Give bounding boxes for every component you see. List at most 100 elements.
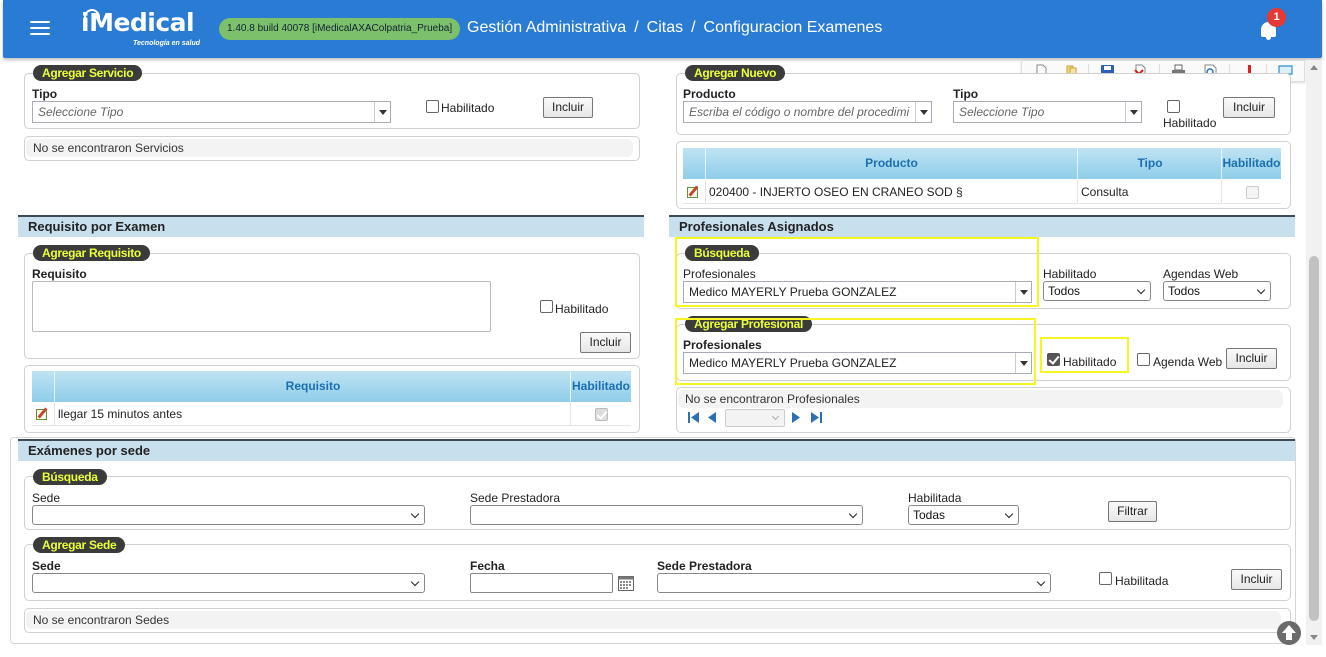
- edit-icon[interactable]: [36, 407, 50, 420]
- logo-text: iMedical: [81, 8, 195, 37]
- imedical-logo[interactable]: iMedical Tecnología en salud: [81, 8, 206, 50]
- agregar-sede-prestadora-select[interactable]: [657, 573, 1051, 593]
- servicio-habilitado-checkbox[interactable]: [426, 100, 439, 113]
- page-select[interactable]: [725, 409, 785, 427]
- servicio-incluir-button[interactable]: Incluir: [543, 97, 593, 118]
- producto-cell: 020400 - INJERTO OSEO EN CRANEO SOD §: [709, 185, 963, 199]
- tipo-label: Tipo: [32, 87, 58, 101]
- requisito-incluir-button[interactable]: Incluir: [580, 332, 631, 353]
- profesional-incluir-button[interactable]: Incluir: [1226, 348, 1277, 369]
- requisito-row-habilitado-checkbox: [595, 408, 608, 421]
- servicios-empty-message: No se encontraron Servicios: [26, 139, 633, 157]
- nuevo-incluir-button[interactable]: Incluir: [1223, 97, 1275, 118]
- producto-select[interactable]: Escriba el código o nombre del procedimi: [683, 101, 932, 123]
- breadcrumb: Gestión Administrativa / Citas / Configuraci…: [467, 19, 882, 37]
- col-requisito[interactable]: Requisito: [55, 371, 571, 402]
- busqueda-habilitada-label: Habilitada: [908, 491, 962, 505]
- next-page-icon[interactable]: [792, 412, 801, 423]
- producto-placeholder: Escriba el código o nombre del procedimi: [689, 105, 910, 119]
- edit-icon[interactable]: [687, 185, 701, 198]
- nuevo-tipo-placeholder: Seleccione Tipo: [959, 105, 1045, 119]
- last-page-icon[interactable]: [811, 412, 822, 423]
- profesionales-empty-message: No se encontraron Profesionales: [678, 390, 1283, 408]
- prev-page-icon[interactable]: [708, 412, 717, 423]
- hamburger-menu-icon[interactable]: [30, 21, 50, 37]
- requisito-habilitado-label: Habilitado: [555, 302, 609, 316]
- busqueda-habilitado-select[interactable]: Todos: [1043, 281, 1151, 301]
- breadcrumb-item-current: Configuracion Examenes: [703, 19, 883, 36]
- agregar-sede-prestadora-label: Sede Prestadora: [657, 559, 752, 573]
- agregar-sede-legend: Agregar Sede: [33, 537, 126, 553]
- first-page-icon[interactable]: [688, 412, 699, 423]
- sedes-empty-message: No se encontraron Sedes: [26, 611, 1281, 629]
- servicio-tipo-placeholder: Seleccione Tipo: [38, 105, 124, 119]
- busqueda-highlight: [675, 237, 1039, 307]
- sede-busqueda-legend: Búsqueda: [33, 469, 107, 485]
- calendar-icon[interactable]: [618, 576, 634, 591]
- busqueda-habilitada-value: Todas: [913, 508, 946, 522]
- fecha-input[interactable]: [470, 573, 613, 593]
- busqueda-sede-prestadora-select[interactable]: [470, 505, 863, 525]
- servicio-habilitado-label: Habilitado: [441, 101, 495, 115]
- nuevo-tipo-select[interactable]: Seleccione Tipo: [953, 101, 1142, 123]
- busqueda-habilitada-select[interactable]: Todas: [908, 505, 1019, 525]
- chevron-down-icon: [848, 509, 858, 519]
- agregar-sede-select[interactable]: [32, 573, 425, 593]
- busqueda-sede-prestadora-label: Sede Prestadora: [470, 491, 561, 505]
- agregar-sede-label: Sede: [32, 559, 61, 573]
- profesionales-section-title: Profesionales Asignados: [669, 215, 1295, 237]
- breadcrumb-separator: /: [691, 19, 696, 36]
- agregar-requisito-legend: Agregar Requisito: [33, 245, 150, 261]
- breadcrumb-item[interactable]: Gestión Administrativa: [467, 19, 626, 36]
- scroll-down-arrow-icon[interactable]: [1310, 635, 1318, 640]
- scroll-thumb[interactable]: [1309, 256, 1319, 621]
- habilitado-highlight: [1040, 337, 1129, 373]
- col-producto[interactable]: Producto: [706, 148, 1077, 179]
- scroll-to-top-icon[interactable]: [1276, 620, 1302, 646]
- requisito-section-title: Requisito por Examen: [18, 215, 644, 237]
- chevron-down-icon: [410, 577, 420, 587]
- chevron-down-icon: [1256, 285, 1266, 295]
- sede-incluir-button[interactable]: Incluir: [1231, 569, 1282, 590]
- fecha-label: Fecha: [470, 559, 505, 573]
- tipo-cell: Consulta: [1081, 185, 1129, 199]
- productos-grid-header: Producto Tipo Habilitado: [683, 148, 1281, 179]
- table-row[interactable]: llegar 15 minutos antes: [32, 402, 631, 426]
- busqueda-habilitado-label: Habilitado: [1043, 267, 1097, 281]
- chevron-down-icon[interactable]: [1125, 102, 1141, 122]
- nuevo-habilitado-checkbox[interactable]: [1167, 100, 1180, 113]
- busqueda-sede-select[interactable]: [32, 505, 425, 525]
- agendas-web-select[interactable]: Todos: [1163, 281, 1271, 301]
- logo-tagline: Tecnología en salud: [133, 40, 201, 47]
- filtrar-button[interactable]: Filtrar: [1108, 501, 1157, 522]
- vertical-scrollbar[interactable]: [1306, 60, 1322, 645]
- requisito-cell: llegar 15 minutos antes: [58, 407, 183, 421]
- scroll-up-arrow-icon[interactable]: [1310, 65, 1318, 70]
- chevron-down-icon: [1004, 509, 1014, 519]
- notification-count-badge[interactable]: 1: [1267, 8, 1286, 27]
- chevron-down-icon[interactable]: [915, 102, 931, 122]
- col-habilitado[interactable]: Habilitado: [1222, 148, 1281, 179]
- requisito-textarea[interactable]: [32, 281, 491, 332]
- requisito-habilitado-checkbox[interactable]: [540, 300, 553, 313]
- breadcrumb-separator: /: [634, 19, 639, 36]
- requisito-label: Requisito: [32, 267, 87, 281]
- agenda-web-checkbox[interactable]: [1137, 353, 1150, 366]
- table-row[interactable]: 020400 - INJERTO OSEO EN CRANEO SOD § Co…: [683, 180, 1281, 204]
- servicio-tipo-select[interactable]: Seleccione Tipo: [32, 101, 391, 123]
- agregar-nuevo-legend: Agregar Nuevo: [685, 65, 786, 81]
- chevron-down-icon: [1136, 285, 1146, 295]
- agregar-profesional-highlight: [675, 318, 1036, 385]
- sede-habilitada-checkbox[interactable]: [1099, 572, 1112, 585]
- chevron-down-icon: [1036, 577, 1046, 587]
- col-habilitado[interactable]: Habilitado: [571, 371, 631, 402]
- busqueda-sede-label: Sede: [32, 491, 61, 505]
- agendas-web-value: Todos: [1168, 284, 1201, 298]
- sede-habilitada-label: Habilitada: [1115, 574, 1169, 588]
- chevron-down-icon[interactable]: [374, 102, 390, 122]
- agenda-web-label: Agenda Web: [1153, 355, 1223, 369]
- breadcrumb-item[interactable]: Citas: [647, 19, 683, 36]
- col-tipo[interactable]: Tipo: [1078, 148, 1222, 179]
- examenes-sede-section-title: Exámenes por sede: [18, 439, 1295, 461]
- producto-label: Producto: [683, 87, 736, 101]
